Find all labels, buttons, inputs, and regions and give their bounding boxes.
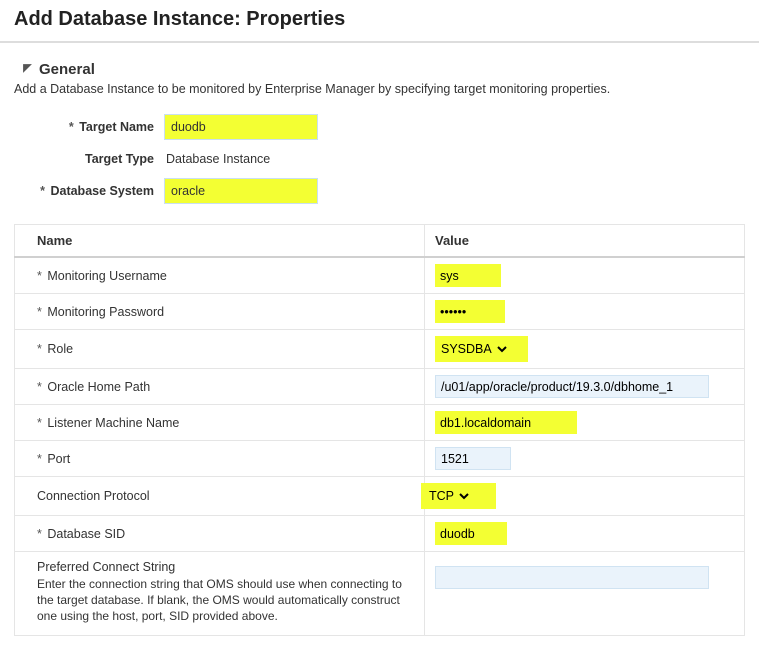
table-row: * Monitoring Username bbox=[15, 257, 745, 294]
role-label: Role bbox=[47, 342, 73, 356]
target-name-input[interactable] bbox=[164, 114, 318, 140]
section-general-header[interactable]: General bbox=[22, 61, 745, 78]
pcs-label: Preferred Connect String bbox=[37, 560, 412, 574]
content-area: General Add a Database Instance to be mo… bbox=[0, 61, 759, 636]
table-row: * Role SYSDBA bbox=[15, 330, 745, 369]
table-row: Preferred Connect String Enter the conne… bbox=[15, 552, 745, 636]
required-marker: * bbox=[37, 269, 47, 283]
col-header-value: Value bbox=[425, 225, 745, 258]
required-marker: * bbox=[37, 452, 47, 466]
properties-table: Name Value * Monitoring Username * bbox=[14, 224, 745, 636]
section-intro: Add a Database Instance to be monitored … bbox=[14, 82, 745, 96]
section-general-title: General bbox=[39, 61, 95, 78]
oracle-home-label: Oracle Home Path bbox=[47, 380, 150, 394]
row-target-type: Target Type Database Instance bbox=[14, 148, 745, 170]
monitoring-password-label: Monitoring Password bbox=[47, 305, 164, 319]
table-header-row: Name Value bbox=[15, 225, 745, 258]
target-name-label: Target Name bbox=[79, 120, 154, 134]
oracle-home-input[interactable] bbox=[435, 375, 709, 398]
required-marker: * bbox=[37, 527, 47, 541]
monitoring-username-label: Monitoring Username bbox=[47, 269, 167, 283]
required-marker: * bbox=[69, 120, 76, 134]
listener-label: Listener Machine Name bbox=[47, 416, 179, 430]
sid-label: Database SID bbox=[47, 527, 125, 541]
required-marker: * bbox=[37, 305, 47, 319]
target-type-label: Target Type bbox=[85, 152, 154, 166]
table-row: * Oracle Home Path bbox=[15, 369, 745, 405]
required-marker: * bbox=[37, 342, 47, 356]
required-marker: * bbox=[37, 380, 47, 394]
port-input[interactable] bbox=[435, 447, 511, 470]
monitoring-username-input[interactable] bbox=[435, 265, 493, 286]
pcs-description: Enter the connection string that OMS sho… bbox=[37, 576, 412, 625]
port-label: Port bbox=[47, 452, 70, 466]
pcs-input[interactable] bbox=[435, 566, 709, 589]
listener-input[interactable] bbox=[435, 412, 557, 433]
page-title: Add Database Instance: Properties bbox=[0, 0, 759, 41]
protocol-select[interactable]: TCP bbox=[423, 485, 472, 507]
table-row: * Monitoring Password bbox=[15, 294, 745, 330]
target-type-value: Database Instance bbox=[164, 148, 272, 170]
sid-input[interactable] bbox=[435, 523, 493, 544]
database-system-label: Database System bbox=[50, 184, 154, 198]
table-row: * Database SID bbox=[15, 516, 745, 552]
required-marker: * bbox=[40, 184, 47, 198]
row-target-name: * Target Name bbox=[14, 114, 745, 140]
collapse-icon[interactable] bbox=[22, 61, 39, 78]
table-row: * Port bbox=[15, 441, 745, 477]
title-divider bbox=[0, 41, 759, 43]
protocol-label: Connection Protocol bbox=[37, 489, 150, 503]
role-select[interactable]: SYSDBA bbox=[435, 338, 510, 360]
table-row: * Listener Machine Name bbox=[15, 405, 745, 441]
table-row: Connection Protocol TCP bbox=[15, 477, 745, 516]
monitoring-password-input[interactable] bbox=[435, 301, 493, 322]
required-marker: * bbox=[37, 416, 47, 430]
database-system-input[interactable] bbox=[164, 178, 318, 204]
col-header-name: Name bbox=[15, 225, 425, 258]
row-database-system: * Database System bbox=[14, 178, 745, 204]
